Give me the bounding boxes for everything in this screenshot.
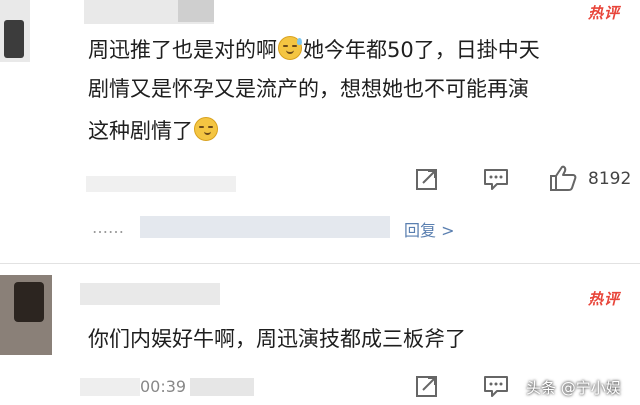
hot-comment-badge: 热评 [588, 4, 621, 22]
comment-text-line2: 剧情又是怀孕又是流产的，想想她也不可能再演 [88, 77, 529, 101]
timestamp: 00:39 [140, 377, 187, 396]
watermark: 头条 @宁小娱 [526, 377, 621, 398]
smirk-emoji-icon [194, 117, 218, 141]
share-icon[interactable] [414, 166, 440, 192]
username-blurred-block [178, 0, 214, 22]
comment-icon[interactable] [482, 373, 508, 399]
username-blurred[interactable] [80, 283, 220, 305]
comment-text-part: 这种剧情了 [88, 119, 193, 143]
avatar-detail [14, 282, 44, 322]
timestamp-blurred [190, 378, 254, 396]
comment-text: 你们内娱好牛啊，周迅演技都成三板斧了 [88, 327, 466, 351]
reply-dots: …… [92, 218, 124, 237]
share-icon[interactable] [414, 373, 440, 399]
like-count: 8192 [588, 169, 632, 189]
comment-text-part: 周迅推了也是对的啊 [88, 38, 277, 62]
watermark-text: 头条 @宁小娱 [526, 379, 621, 397]
timestamp-blurred [86, 176, 236, 192]
comment-divider [0, 263, 640, 264]
comment-text-line3: 这种剧情了 [88, 114, 219, 148]
sweat-smile-emoji-icon [278, 36, 302, 60]
hot-comment-badge: 热评 [588, 290, 621, 308]
reply-link[interactable]: 回复 > [404, 217, 455, 241]
comment-text: 周迅推了也是对的啊 她今年都50了，日掛中天 [88, 33, 540, 67]
timestamp-blurred [80, 378, 140, 396]
comment-text-part: 她今年都50了，日掛中天 [303, 38, 540, 62]
reply-preview-blurred [140, 216, 390, 238]
thumbs-up-icon[interactable] [548, 164, 578, 192]
avatar-detail [4, 20, 24, 58]
comment-icon[interactable] [482, 166, 508, 192]
